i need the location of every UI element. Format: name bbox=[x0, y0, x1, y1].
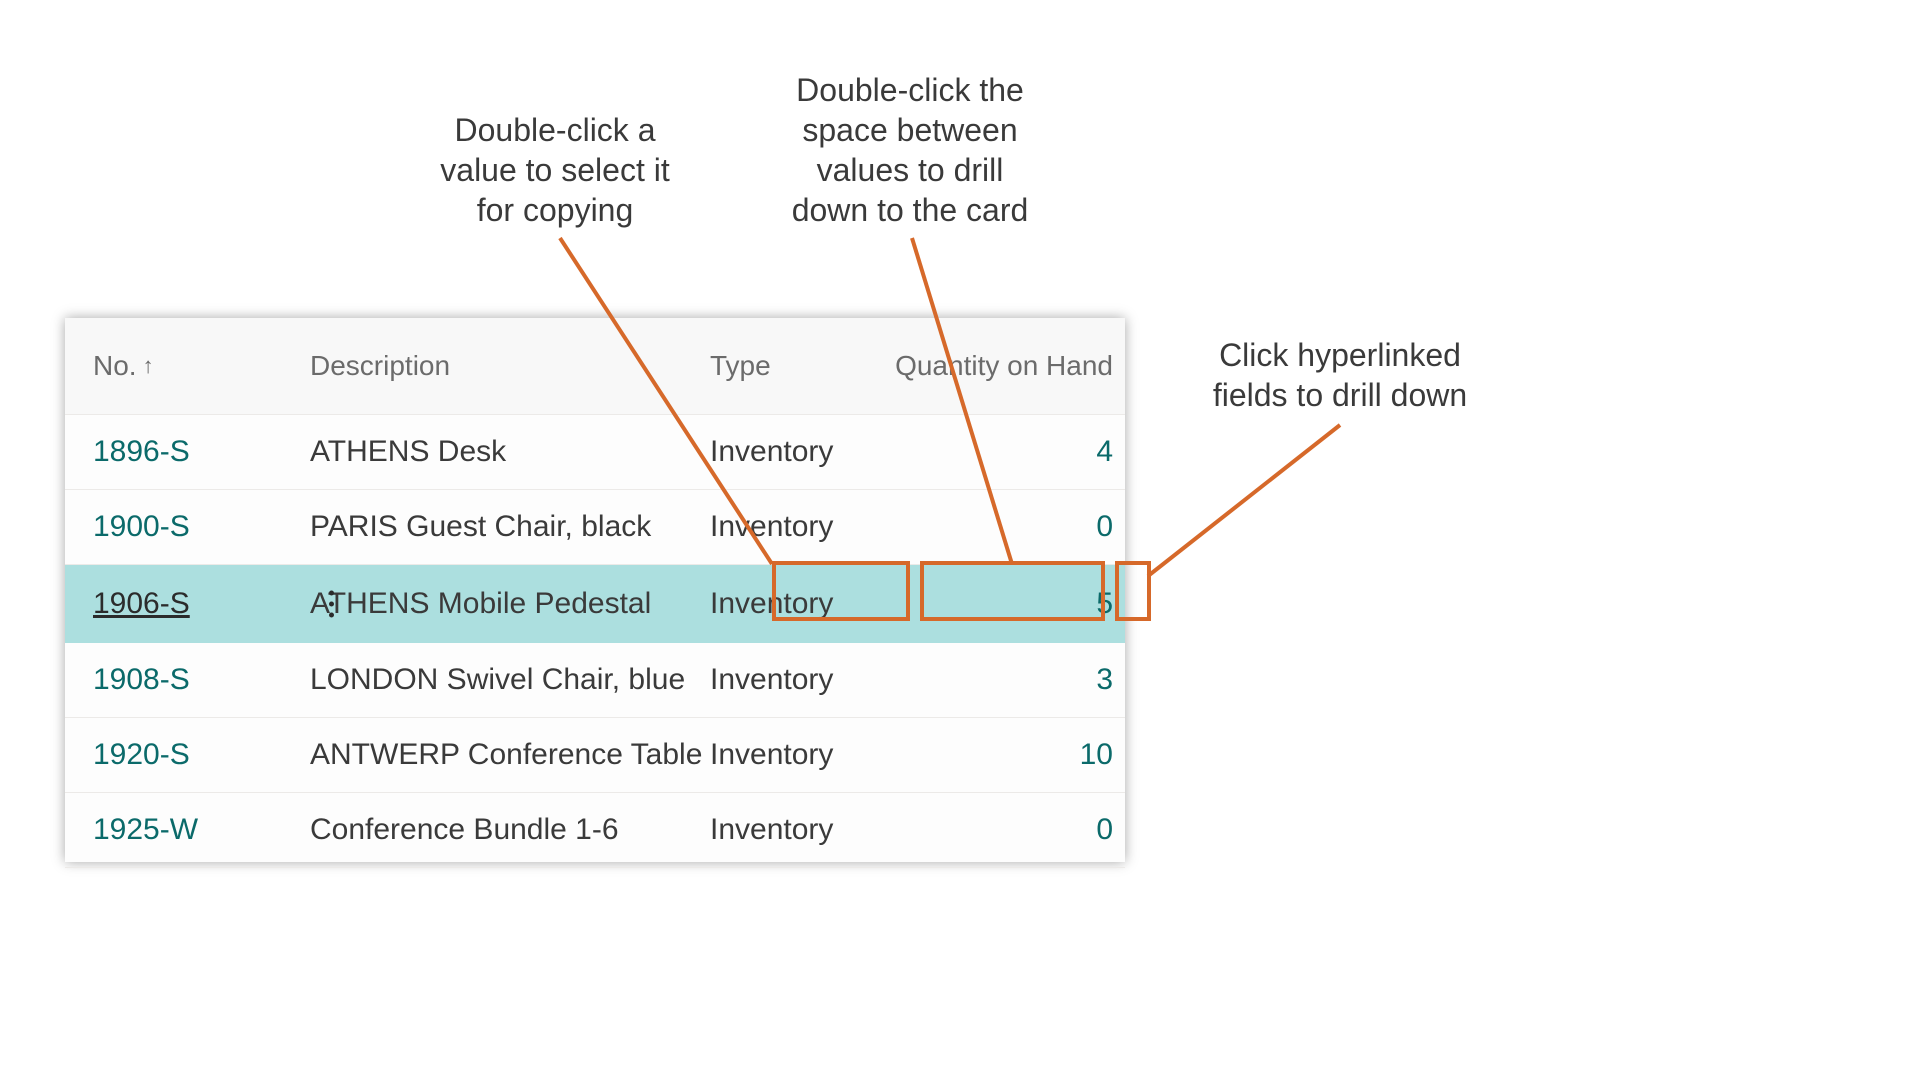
item-description[interactable]: ATHENS Desk bbox=[310, 435, 710, 469]
item-description[interactable]: Conference Bundle 1-6 bbox=[310, 813, 710, 847]
item-description[interactable]: PARIS Guest Chair, black bbox=[310, 510, 710, 544]
item-type[interactable]: Inventory bbox=[710, 587, 895, 621]
item-no-link[interactable]: 1908-S bbox=[93, 663, 190, 696]
item-qty-link[interactable]: 0 bbox=[1096, 510, 1113, 543]
item-type[interactable]: Inventory bbox=[710, 435, 895, 469]
table-row-selected[interactable]: 1906-S ATHENS Mobile Pedestal Inventory … bbox=[65, 565, 1125, 643]
item-description[interactable]: LONDON Swivel Chair, blue bbox=[310, 663, 710, 697]
item-no-link[interactable]: 1925-W bbox=[93, 813, 198, 846]
column-header-no-label: No. bbox=[93, 350, 137, 382]
item-qty-link[interactable]: 5 bbox=[1096, 587, 1113, 620]
table-row[interactable]: 1920-S ANTWERP Conference Table Inventor… bbox=[65, 718, 1125, 793]
item-type[interactable]: Inventory bbox=[710, 510, 895, 544]
item-no-link[interactable]: 1896-S bbox=[93, 435, 190, 468]
item-no-link[interactable]: 1900-S bbox=[93, 510, 190, 543]
column-header-description[interactable]: Description bbox=[310, 350, 710, 382]
item-type[interactable]: Inventory bbox=[710, 738, 895, 772]
grid-body: 1896-S ATHENS Desk Inventory 4 1900-S PA… bbox=[65, 415, 1125, 868]
diagram-canvas: Double-click a value to select it for co… bbox=[0, 0, 1930, 1071]
table-row[interactable]: 1900-S PARIS Guest Chair, black Inventor… bbox=[65, 490, 1125, 565]
column-header-no[interactable]: No. ↑ bbox=[65, 350, 310, 382]
item-type[interactable]: Inventory bbox=[710, 663, 895, 697]
item-description[interactable]: ATHENS Mobile Pedestal bbox=[310, 587, 710, 621]
callout-hyperlink: Click hyperlinked fields to drill down bbox=[1180, 335, 1500, 415]
item-description[interactable]: ANTWERP Conference Table bbox=[310, 738, 710, 772]
item-qty-link[interactable]: 4 bbox=[1096, 435, 1113, 468]
row-menu-icon[interactable] bbox=[329, 591, 334, 618]
table-row[interactable]: 1896-S ATHENS Desk Inventory 4 bbox=[65, 415, 1125, 490]
table-row[interactable]: 1925-W Conference Bundle 1-6 Inventory 0 bbox=[65, 793, 1125, 868]
callout-drill-card: Double-click the space between values to… bbox=[760, 70, 1060, 230]
item-qty-link[interactable]: 10 bbox=[1080, 738, 1113, 771]
column-header-quantity[interactable]: Quantity on Hand bbox=[895, 350, 1125, 382]
item-type[interactable]: Inventory bbox=[710, 813, 895, 847]
item-no-link[interactable]: 1920-S bbox=[93, 738, 190, 771]
column-header-type[interactable]: Type bbox=[710, 350, 895, 382]
item-qty-link[interactable]: 3 bbox=[1096, 663, 1113, 696]
items-grid: No. ↑ Description Type Quantity on Hand … bbox=[65, 318, 1125, 862]
callout-copy-value: Double-click a value to select it for co… bbox=[405, 110, 705, 230]
table-row[interactable]: 1908-S LONDON Swivel Chair, blue Invento… bbox=[65, 643, 1125, 718]
grid-header-row: No. ↑ Description Type Quantity on Hand bbox=[65, 318, 1125, 415]
item-no-link[interactable]: 1906-S bbox=[93, 587, 190, 620]
item-qty-link[interactable]: 0 bbox=[1096, 813, 1113, 846]
sort-ascending-icon: ↑ bbox=[143, 353, 154, 379]
